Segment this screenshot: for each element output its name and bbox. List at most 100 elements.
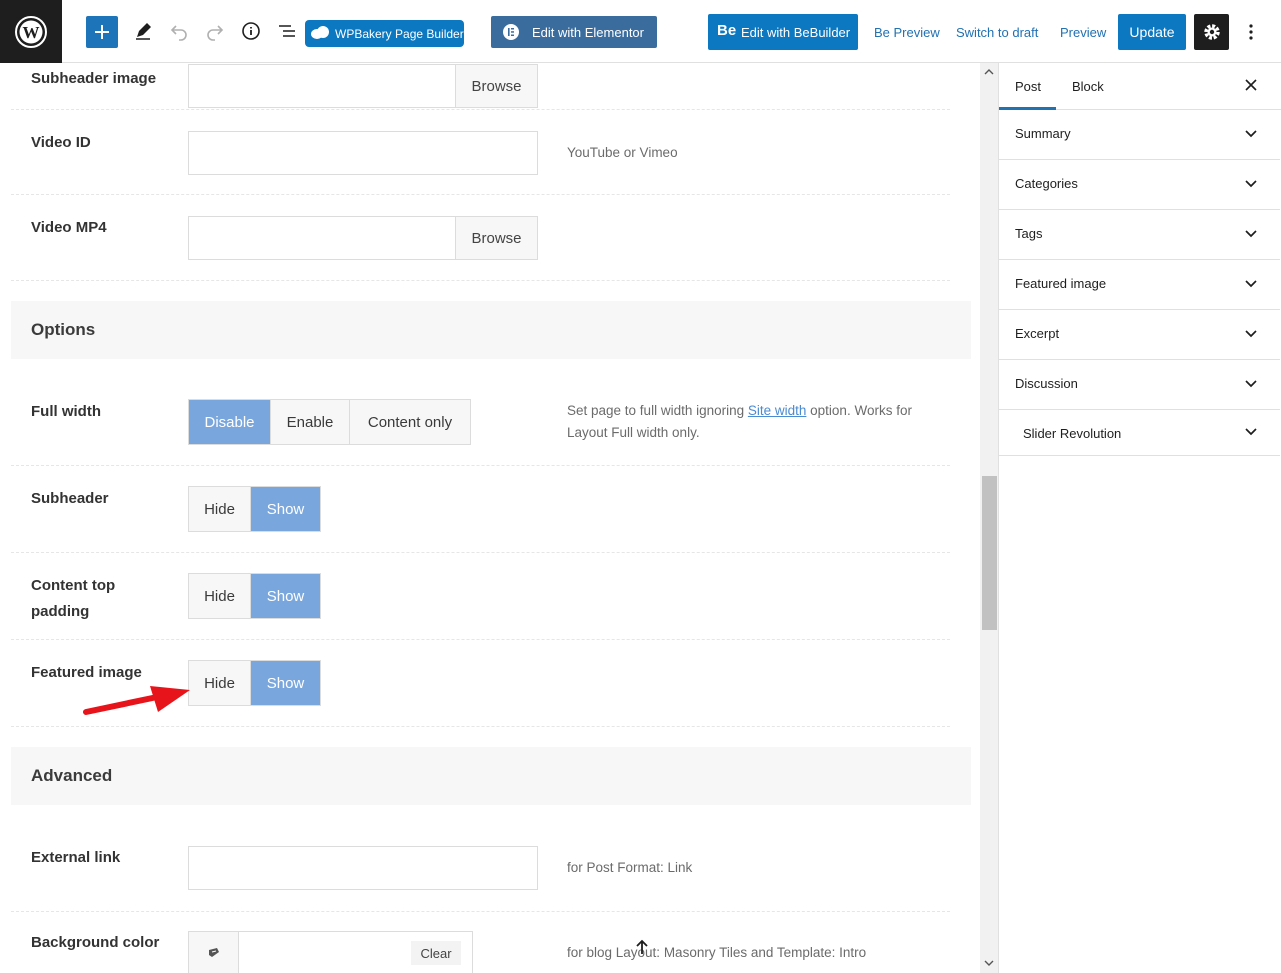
wordpress-logo-icon[interactable]: W [0,0,62,63]
background-color-picker: Clear [188,931,473,973]
featured-image-hide-option[interactable]: Hide [189,661,251,705]
subheader-show-option[interactable]: Show [251,487,320,531]
chevron-down-icon [1245,230,1257,238]
clear-color-button[interactable]: Clear [411,941,461,965]
preview-button[interactable]: Preview [1060,25,1106,40]
add-block-button[interactable] [86,16,118,48]
panel-featured-image[interactable]: Featured image [999,260,1280,310]
chevron-down-icon [1245,280,1257,288]
panel-tags[interactable]: Tags [999,210,1280,260]
subheader-hide-option[interactable]: Hide [189,487,251,531]
video-id-input[interactable] [188,131,538,175]
details-info-icon[interactable] [236,16,266,46]
panel-featured-image-label: Featured image [1015,276,1107,291]
external-link-input[interactable] [188,846,538,890]
pencil-tools-icon[interactable] [128,16,158,46]
scroll-up-arrow-icon[interactable] [634,938,650,956]
advanced-section-title: Advanced [31,766,113,785]
featured-image-toggle: Hide Show [188,660,321,706]
close-sidebar-icon[interactable] [1243,77,1259,93]
tab-block[interactable]: Block [1072,79,1104,94]
site-width-link[interactable]: Site width [748,403,807,418]
options-section-title: Options [31,320,96,339]
panel-categories[interactable]: Categories [999,160,1280,210]
settings-sidebar: Post Block Summary Categories Tags Featu… [998,63,1281,973]
full-width-enable-option[interactable]: Enable [271,400,350,444]
video-id-row: Video ID YouTube or Vimeo [11,110,950,195]
undo-icon[interactable] [164,16,194,46]
content-top-padding-show-option[interactable]: Show [251,574,320,618]
panel-tags-label: Tags [1015,226,1043,241]
panel-excerpt-label: Excerpt [1015,326,1060,341]
chevron-down-icon [1245,428,1257,436]
video-mp4-input[interactable]: Browse [188,216,538,260]
external-link-description: for Post Format: Link [567,860,693,875]
advanced-section-header: Advanced [11,747,971,805]
panel-slider-revolution-label: Slider Revolution [1023,426,1122,441]
panel-summary-label: Summary [1015,126,1071,141]
scrollbar-thumb[interactable] [982,476,997,630]
switch-to-draft-button[interactable]: Switch to draft [956,25,1038,40]
background-color-description: for blog Layout: Masonry Tiles and Templ… [567,945,867,960]
main-scrollbar[interactable] [980,63,998,973]
video-mp4-browse-button[interactable]: Browse [455,217,537,259]
full-width-desc-text: Set page to full width ignoring [567,403,748,418]
background-color-label: Background color [31,934,160,951]
svg-text:W: W [23,23,40,42]
subheader-row: Subheader Hide Show [11,466,950,553]
wpbakery-label: WPBakery Page Builder [335,26,464,41]
elementor-icon [503,24,519,40]
panel-discussion[interactable]: Discussion [999,360,1280,410]
featured-image-show-option[interactable]: Show [251,661,320,705]
subheader-image-browse-button[interactable]: Browse [455,65,537,107]
editor-toolbar: W WPBakery Page Builder Edit with Elemen… [0,0,1281,63]
update-button[interactable]: Update [1118,14,1186,50]
subheader-image-row: Subheader image Browse [11,63,950,110]
full-width-row: Full width Disable Enable Content only S… [11,379,950,466]
chevron-down-icon [1245,330,1257,338]
content-top-padding-row: Content top padding Hide Show [11,553,950,640]
settings-gear-icon[interactable] [1194,14,1229,50]
full-width-label: Full width [31,403,101,420]
tab-post[interactable]: Post [1015,79,1041,94]
panel-discussion-label: Discussion [1015,376,1078,391]
color-swatch-icon[interactable] [189,932,239,973]
redo-icon[interactable] [200,16,230,46]
panel-categories-label: Categories [1015,176,1078,191]
content-top-padding-hide-option[interactable]: Hide [189,574,251,618]
subheader-image-label: Subheader image [31,70,157,87]
panel-slider-revolution[interactable]: Slider Revolution [999,410,1280,456]
content-top-padding-toggle: Hide Show [188,573,321,619]
background-color-input[interactable] [239,932,411,973]
chevron-down-icon [1245,180,1257,188]
video-mp4-row: Video MP4 Browse [11,195,950,281]
scroll-up-icon[interactable] [983,66,995,78]
panel-excerpt[interactable]: Excerpt [999,310,1280,360]
scroll-down-icon[interactable] [983,957,995,969]
chevron-down-icon [1245,130,1257,138]
external-link-label: External link [31,849,121,866]
video-mp4-label: Video MP4 [31,219,107,236]
full-width-disable-option[interactable]: Disable [189,400,271,444]
bebuilder-logo-icon: Be [717,22,737,39]
featured-image-label: Featured image [31,664,142,681]
panel-summary[interactable]: Summary [999,110,1280,160]
sidebar-tabs: Post Block [999,63,1281,110]
elementor-button[interactable]: Edit with Elementor [491,16,657,48]
chevron-down-icon [1245,380,1257,388]
content-top-padding-label: Content top padding [31,577,116,620]
subheader-toggle: Hide Show [188,486,321,532]
list-view-icon[interactable] [272,16,302,46]
full-width-content-only-option[interactable]: Content only [350,400,470,444]
bebuilder-button[interactable]: Be Edit with BeBuilder [708,14,858,50]
background-color-row: Background color Clear for blog Layout: … [11,912,950,973]
be-preview-button[interactable]: Be Preview [874,25,940,40]
subheader-image-input[interactable]: Browse [188,64,538,108]
bebuilder-label: Edit with BeBuilder [741,24,851,40]
external-link-row: External link for Post Format: Link [11,825,950,912]
wpbakery-button[interactable]: WPBakery Page Builder [305,20,464,47]
featured-image-row: Featured image Hide Show [11,640,950,727]
full-width-description: Set page to full width ignoring Site wid… [567,400,947,444]
more-options-icon[interactable] [1240,20,1262,44]
options-section-header: Options [11,301,971,359]
